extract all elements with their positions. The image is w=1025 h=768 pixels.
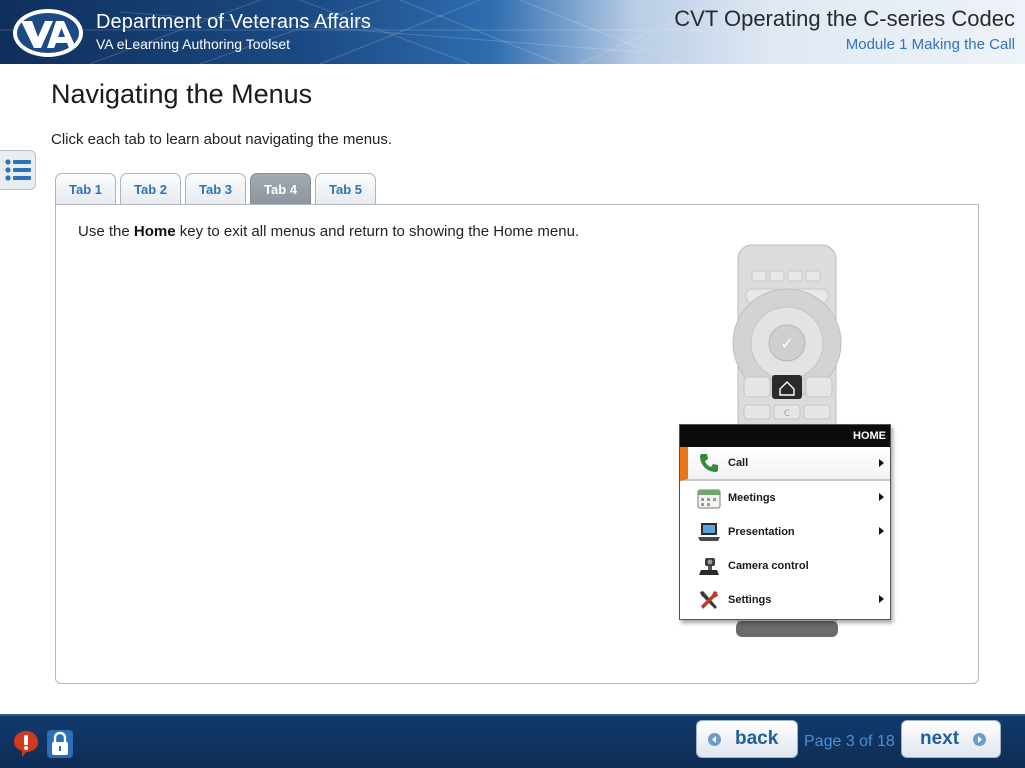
- chevron-right-icon: [879, 459, 884, 467]
- remote-clear-key: C: [784, 409, 790, 419]
- tab-2[interactable]: Tab 2: [120, 173, 181, 204]
- menu-item-label: Meetings: [728, 492, 776, 504]
- back-button[interactable]: back: [696, 720, 798, 758]
- va-logo: [13, 9, 83, 57]
- camera-icon: [696, 554, 722, 578]
- menu-item-call[interactable]: Call: [680, 447, 890, 481]
- description-text-end: key to exit all menus and return to show…: [175, 223, 580, 240]
- next-label: next: [920, 728, 960, 749]
- back-arrow-icon: [708, 732, 721, 746]
- alert-icon[interactable]: [12, 729, 40, 759]
- menu-item-presentation[interactable]: Presentation: [680, 515, 890, 549]
- tab-5[interactable]: Tab 5: [315, 173, 376, 204]
- course-title: CVT Operating the C-series Codec: [674, 6, 1015, 31]
- menu-item-meetings[interactable]: Meetings: [680, 481, 890, 515]
- laptop-icon: [696, 520, 722, 544]
- tab-description: Use the Home key to exit all menus and r…: [78, 223, 579, 240]
- instructions-text: Click each tab to learn about navigating…: [51, 131, 393, 148]
- menu-item-camera-control[interactable]: Camera control: [680, 549, 890, 583]
- tab-4[interactable]: Tab 4: [250, 173, 311, 204]
- home-menu-screen: HOME Call Meetings Presentation Camera c…: [679, 424, 891, 620]
- module-title: Module 1 Making the Call: [845, 36, 1015, 53]
- menu-item-label: Presentation: [728, 526, 795, 538]
- lock-icon[interactable]: [46, 729, 74, 759]
- chevron-right-icon: [879, 595, 884, 603]
- menu-item-label: Call: [728, 457, 749, 469]
- footer-bar: back Page 3 of 18 next: [0, 714, 1025, 768]
- page-indicator: Page 3 of 18: [804, 733, 895, 750]
- next-button[interactable]: next: [901, 720, 1001, 758]
- page-title: Navigating the Menus: [51, 79, 313, 109]
- menu-item-label: Camera control: [728, 560, 809, 572]
- menu-item-settings[interactable]: Settings: [680, 583, 890, 617]
- back-label: back: [735, 728, 779, 749]
- tools-icon: [696, 588, 722, 612]
- calendar-icon: [696, 486, 722, 510]
- description-home-keyword: Home: [133, 223, 176, 240]
- list-icon: [4, 159, 31, 181]
- org-title: Department of Veterans Affairs: [96, 11, 372, 33]
- remote-ok-key: ✓: [780, 334, 793, 353]
- chevron-right-icon: [879, 527, 884, 535]
- phone-icon: [696, 451, 722, 475]
- chevron-right-icon: [879, 493, 884, 501]
- next-arrow-icon: [973, 732, 987, 746]
- menu-item-label: Settings: [728, 594, 772, 606]
- tab-1[interactable]: Tab 1: [55, 173, 116, 204]
- header-banner: Department of Veterans Affairs VA eLearn…: [0, 0, 1025, 64]
- course-menu-button[interactable]: [0, 150, 36, 190]
- description-text-start: Use the: [78, 223, 134, 240]
- tab-content-panel: Use the Home key to exit all menus and r…: [55, 204, 979, 684]
- tab-bar: Tab 1 Tab 2 Tab 3 Tab 4 Tab 5: [55, 173, 376, 204]
- home-menu-header: HOME: [680, 425, 890, 447]
- tab-3[interactable]: Tab 3: [185, 173, 246, 204]
- org-subtitle: VA eLearning Authoring Toolset: [96, 36, 291, 52]
